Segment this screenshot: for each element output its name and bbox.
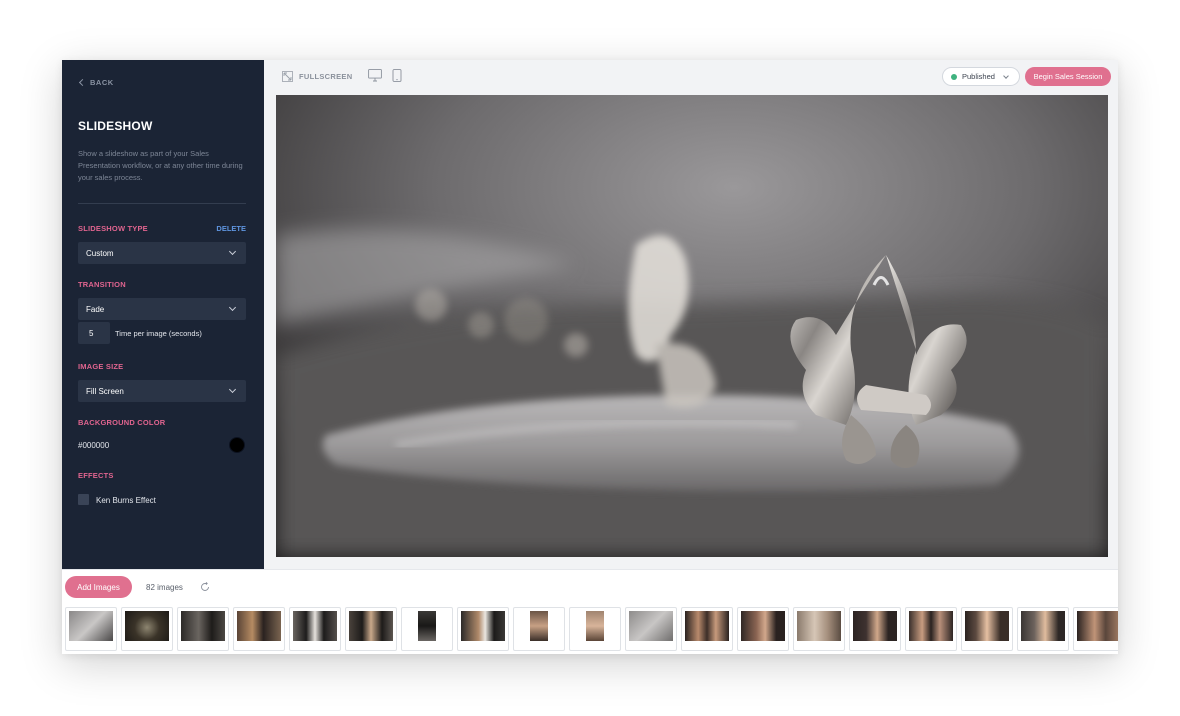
slideshow-type-label: SLIDESHOW TYPE (78, 224, 148, 233)
thumbnail[interactable] (121, 607, 173, 651)
divider (78, 203, 246, 204)
thumbnail[interactable] (289, 607, 341, 651)
thumbnail[interactable] (65, 607, 117, 651)
thumbnail[interactable] (401, 607, 453, 651)
thumbnail[interactable] (457, 607, 509, 651)
image-size-label: IMAGE SIZE (78, 362, 124, 371)
image-count: 82 images (146, 583, 183, 592)
ken-burns-checkbox[interactable] (78, 494, 89, 505)
chevron-left-icon (78, 78, 87, 87)
app-window: BACK SLIDESHOW Show a slideshow as part … (62, 60, 1118, 654)
begin-sales-session-button[interactable]: Begin Sales Session (1025, 67, 1111, 86)
thumbnail[interactable] (849, 607, 901, 651)
sidebar-title: SLIDESHOW (78, 119, 153, 133)
back-button[interactable]: BACK (78, 78, 114, 87)
cufflink-photo (276, 95, 1108, 557)
slideshow-type-select[interactable]: Custom (78, 242, 246, 264)
thumbnail-strip (65, 607, 1118, 651)
thumbnail[interactable] (1017, 607, 1069, 651)
mobile-preview-icon[interactable] (392, 69, 402, 82)
time-per-image-label: Time per image (seconds) (115, 329, 202, 338)
transition-value: Fade (86, 304, 105, 314)
slideshow-type-value: Custom (86, 248, 114, 258)
ken-burns-label: Ken Burns Effect (96, 496, 156, 505)
thumbnail[interactable] (233, 607, 285, 651)
effects-label: EFFECTS (78, 471, 114, 480)
thumbnail[interactable] (625, 607, 677, 651)
thumbnail[interactable] (961, 607, 1013, 651)
background-color-label: BACKGROUND COLOR (78, 418, 166, 427)
slideshow-preview-image[interactable] (276, 95, 1108, 557)
image-gallery-bar: Add Images 82 images (62, 569, 1118, 654)
fullscreen-button[interactable]: FULLSCREEN (282, 71, 352, 82)
thumbnail[interactable] (1073, 607, 1118, 651)
thumbnail[interactable] (681, 607, 733, 651)
sidebar-description: Show a slideshow as part of your Sales P… (78, 149, 243, 182)
thumbnail[interactable] (569, 607, 621, 651)
thumbnail[interactable] (177, 607, 229, 651)
color-swatch[interactable] (229, 437, 245, 453)
refresh-icon[interactable] (200, 582, 210, 592)
chevron-down-icon (1003, 72, 1009, 79)
settings-sidebar: BACK SLIDESHOW Show a slideshow as part … (62, 60, 264, 569)
image-size-select[interactable]: Fill Screen (78, 380, 246, 402)
chevron-down-icon (228, 385, 237, 394)
status-label: Published (962, 72, 995, 81)
time-per-image-input[interactable]: 5 (78, 322, 110, 344)
transition-select[interactable]: Fade (78, 298, 246, 320)
delete-link[interactable]: DELETE (216, 224, 246, 233)
chevron-down-icon (228, 247, 237, 256)
fullscreen-label: FULLSCREEN (299, 72, 353, 81)
image-size-value: Fill Screen (86, 386, 124, 396)
thumbnail[interactable] (905, 607, 957, 651)
publish-status-dropdown[interactable]: Published (942, 67, 1020, 86)
thumbnail[interactable] (345, 607, 397, 651)
fullscreen-icon (282, 71, 293, 82)
background-color-value[interactable]: #000000 (78, 441, 109, 450)
transition-label: TRANSITION (78, 280, 126, 289)
status-dot (951, 73, 957, 80)
thumbnail[interactable] (793, 607, 845, 651)
thumbnail[interactable] (513, 607, 565, 651)
thumbnail[interactable] (737, 607, 789, 651)
add-images-button[interactable]: Add Images (65, 576, 132, 598)
toolbar: FULLSCREEN Published Begin Sales Session (264, 60, 1118, 94)
desktop-preview-icon[interactable] (368, 69, 382, 82)
chevron-down-icon (228, 303, 237, 312)
back-label: BACK (90, 78, 114, 87)
